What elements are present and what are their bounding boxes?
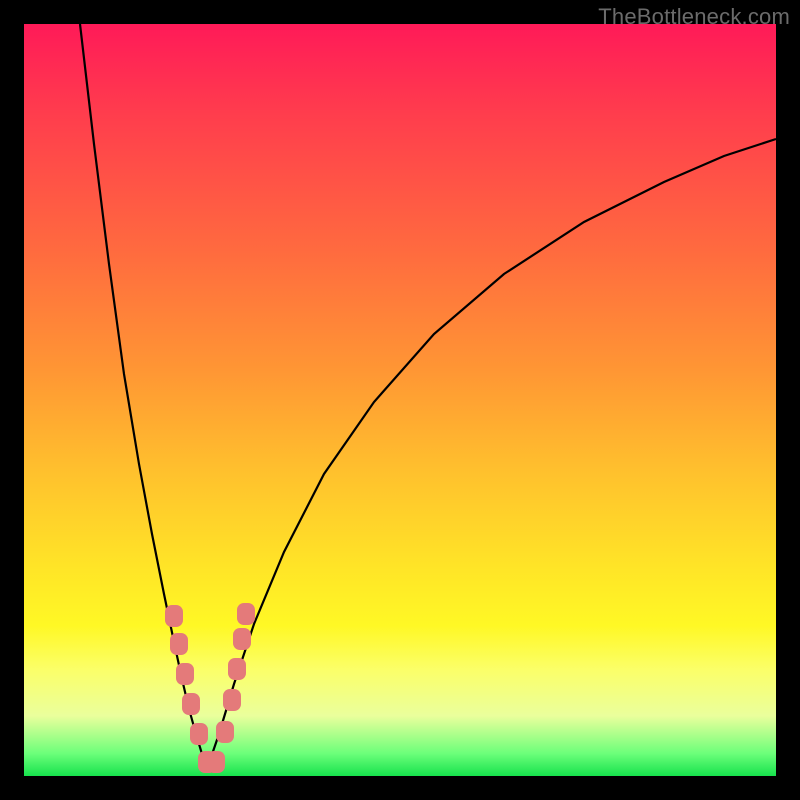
plot-area xyxy=(24,24,776,776)
curve-right-branch xyxy=(207,139,776,769)
marker-point xyxy=(165,605,183,627)
marker-point xyxy=(223,689,241,711)
marker-point xyxy=(228,658,246,680)
bottleneck-curve xyxy=(24,24,776,776)
marker-point xyxy=(190,723,208,745)
marker-point xyxy=(233,628,251,650)
marker-point xyxy=(176,663,194,685)
curve-left-branch xyxy=(80,24,207,769)
marker-point xyxy=(182,693,200,715)
marker-point xyxy=(207,751,225,773)
chart-frame: TheBottleneck.com xyxy=(0,0,800,800)
marker-point xyxy=(237,603,255,625)
marker-point xyxy=(170,633,188,655)
marker-point xyxy=(216,721,234,743)
